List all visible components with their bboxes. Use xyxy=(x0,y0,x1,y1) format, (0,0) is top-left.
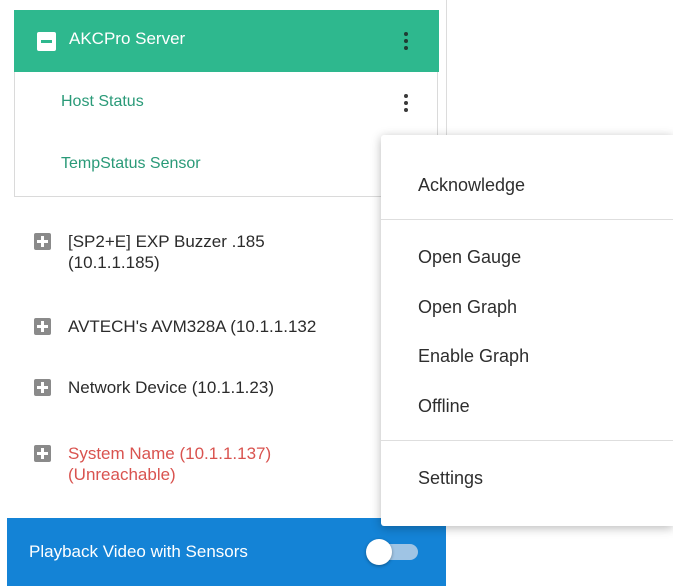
server-more-options-icon[interactable] xyxy=(400,30,412,52)
playback-toggle[interactable] xyxy=(366,539,419,565)
sensor-item-tempstatus[interactable]: TempStatus Sensor xyxy=(61,155,201,173)
device-name: Network Device (10.1.1.23) xyxy=(68,378,274,397)
device-name: [SP2+E] EXP Buzzer .185 xyxy=(68,232,265,251)
sensor-item-host-status[interactable]: Host Status xyxy=(61,93,144,111)
server-title: AKCPro Server xyxy=(69,29,186,48)
device-name: System Name (10.1.1.137) xyxy=(68,444,272,463)
expand-icon[interactable] xyxy=(34,318,51,335)
server-header[interactable]: AKCPro Server xyxy=(14,10,439,72)
device-name: AVTECH's AVM328A (10.1.1.132 xyxy=(68,317,317,336)
menu-divider xyxy=(381,219,673,220)
playback-label: Playback Video with Sensors xyxy=(29,542,248,561)
device-label: [SP2+E] EXP Buzzer .185 (10.1.1.185) xyxy=(68,231,265,273)
device-label: System Name (10.1.1.137) (Unreachable) xyxy=(68,443,271,485)
playback-bar: Playback Video with Sensors xyxy=(7,518,446,586)
menu-item-enable-graph[interactable]: Enable Graph xyxy=(418,346,529,367)
collapse-icon[interactable] xyxy=(37,32,56,51)
menu-item-offline[interactable]: Offline xyxy=(418,396,470,417)
toggle-thumb xyxy=(366,539,392,565)
context-menu: Acknowledge Open Gauge Open Graph Enable… xyxy=(381,135,673,526)
menu-item-open-graph[interactable]: Open Graph xyxy=(418,297,517,318)
sidebar-tree: AKCPro Server Host Status TempStatus Sen… xyxy=(0,0,446,586)
device-address: (10.1.1.185) xyxy=(68,253,160,272)
sensor-more-options-icon[interactable] xyxy=(400,92,412,114)
menu-divider xyxy=(381,440,673,441)
menu-item-open-gauge[interactable]: Open Gauge xyxy=(418,247,521,268)
server-group: AKCPro Server Host Status TempStatus Sen… xyxy=(14,10,439,197)
expand-icon[interactable] xyxy=(34,379,51,396)
menu-item-acknowledge[interactable]: Acknowledge xyxy=(418,175,525,196)
menu-item-settings[interactable]: Settings xyxy=(418,468,483,489)
device-status: (Unreachable) xyxy=(68,465,176,484)
expand-icon[interactable] xyxy=(34,233,51,250)
expand-icon[interactable] xyxy=(34,445,51,462)
